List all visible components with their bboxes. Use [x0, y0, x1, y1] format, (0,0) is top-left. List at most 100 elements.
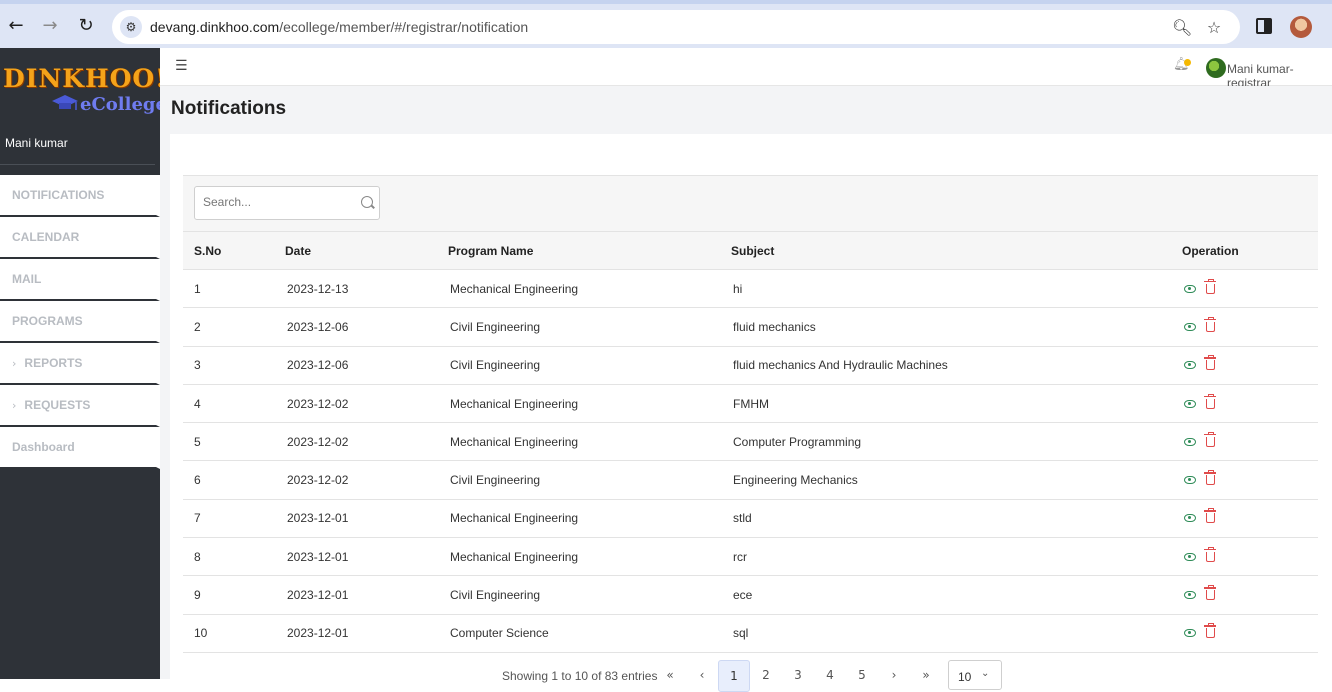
cell-program: Civil Engineering	[437, 346, 720, 385]
search-icon[interactable]	[361, 196, 373, 208]
next-page-button[interactable]: ›	[878, 660, 910, 692]
view-eye-icon[interactable]	[1184, 514, 1196, 523]
cell-date: 2023-12-01	[274, 537, 437, 577]
cell-program: Civil Engineering	[437, 460, 720, 500]
cell-sno: 3	[183, 346, 274, 385]
delete-trash-icon[interactable]	[1204, 393, 1216, 409]
cell-program: Mechanical Engineering	[437, 422, 720, 462]
zoom-icon[interactable]: 🔍︎	[1172, 18, 1192, 38]
sidebar-item-label: PROGRAMS	[12, 314, 83, 328]
cell-sno: 8	[183, 537, 274, 577]
back-icon[interactable]: ←	[4, 14, 28, 38]
view-eye-icon[interactable]	[1184, 552, 1196, 561]
delete-trash-icon[interactable]	[1204, 546, 1216, 562]
forward-icon[interactable]: →	[38, 14, 62, 38]
cell-program: Computer Science	[437, 614, 720, 653]
page-button-4[interactable]: 4	[814, 660, 846, 692]
delete-trash-icon[interactable]	[1204, 623, 1216, 639]
logo[interactable]: DINKHOO! eCollege	[0, 48, 167, 126]
table-row: 9 2023-12-01 Civil Engineering ece	[183, 575, 1318, 615]
sidebar-item-dashboard[interactable]: Dashboard	[0, 427, 160, 469]
view-eye-icon[interactable]	[1184, 361, 1196, 370]
cell-operation	[1171, 460, 1318, 500]
cell-date: 2023-12-01	[274, 614, 437, 653]
column-header-program[interactable]: Program Name	[437, 231, 720, 270]
sidebar-item-calendar[interactable]: CALENDAR	[0, 217, 160, 259]
search-input[interactable]	[203, 195, 353, 209]
menu-toggle-icon[interactable]: ☰	[175, 58, 188, 74]
cell-sno: 6	[183, 460, 274, 500]
search-field[interactable]	[194, 186, 380, 220]
column-header-subject[interactable]: Subject	[720, 231, 1171, 270]
view-eye-icon[interactable]	[1184, 476, 1196, 485]
view-eye-icon[interactable]	[1184, 284, 1196, 293]
avatar[interactable]	[1206, 58, 1226, 78]
view-eye-icon[interactable]	[1184, 629, 1196, 638]
view-eye-icon[interactable]	[1184, 437, 1196, 446]
cell-subject: hi	[720, 269, 1171, 309]
cell-date: 2023-12-02	[274, 422, 437, 462]
logo-subtext: eCollege	[80, 94, 167, 115]
last-page-button[interactable]: »	[910, 660, 942, 692]
delete-trash-icon[interactable]	[1204, 355, 1216, 371]
browser-profile-avatar[interactable]	[1290, 16, 1312, 38]
delete-trash-icon[interactable]	[1204, 278, 1216, 294]
delete-trash-icon[interactable]	[1204, 431, 1216, 447]
cell-operation	[1171, 422, 1318, 462]
cell-operation	[1171, 499, 1318, 539]
sidebar-divider	[0, 164, 155, 165]
url-text[interactable]: devang.dinkhoo.com/ecollege/member/#/reg…	[150, 19, 528, 35]
table-row: 4 2023-12-02 Mechanical Engineering FMHM	[183, 384, 1318, 424]
page-button-3[interactable]: 3	[782, 660, 814, 692]
delete-trash-icon[interactable]	[1204, 470, 1216, 486]
cell-operation	[1171, 384, 1318, 424]
sidebar-item-programs[interactable]: PROGRAMS	[0, 301, 160, 343]
page-button-1[interactable]: 1	[718, 660, 750, 692]
view-eye-icon[interactable]	[1184, 399, 1196, 408]
cell-operation	[1171, 269, 1318, 309]
sidebar-item-mail[interactable]: MAIL	[0, 259, 160, 301]
table-row: 10 2023-12-01 Computer Science sql	[183, 614, 1318, 653]
cell-date: 2023-12-01	[274, 499, 437, 539]
reload-icon[interactable]: ↻	[74, 14, 98, 38]
first-page-button[interactable]: «	[654, 660, 686, 692]
delete-trash-icon[interactable]	[1204, 585, 1216, 601]
view-eye-icon[interactable]	[1184, 591, 1196, 600]
sidebar-item-notifications[interactable]: NOTIFICATIONS	[0, 175, 160, 217]
site-settings-icon[interactable]: ⚙	[120, 16, 142, 38]
cell-operation	[1171, 307, 1318, 347]
chevron-right-icon: ›	[12, 356, 17, 370]
cell-sno: 7	[183, 499, 274, 539]
sidebar-item-reports[interactable]: › REPORTS	[0, 343, 160, 385]
side-panel-icon[interactable]	[1256, 18, 1272, 34]
page-size-select[interactable]: 10 ⌄	[948, 660, 1002, 690]
sidebar-item-requests[interactable]: › REQUESTS	[0, 385, 160, 427]
sidebar-item-label: CALENDAR	[12, 230, 80, 244]
url-path: /ecollege/member/#/registrar/notificatio…	[279, 19, 529, 35]
sidebar-item-label: REPORTS	[24, 356, 83, 370]
cell-program: Mechanical Engineering	[437, 384, 720, 424]
address-bar[interactable]: ⚙ devang.dinkhoo.com/ecollege/member/#/r…	[112, 10, 1240, 44]
cell-date: 2023-12-06	[274, 346, 437, 385]
prev-page-button[interactable]: ‹	[686, 660, 718, 692]
cell-program: Civil Engineering	[437, 575, 720, 615]
cell-subject: rcr	[720, 537, 1171, 577]
view-eye-icon[interactable]	[1184, 322, 1196, 331]
cell-date: 2023-12-02	[274, 460, 437, 500]
delete-trash-icon[interactable]	[1204, 508, 1216, 524]
notification-badge	[1184, 59, 1191, 66]
bookmark-star-icon[interactable]: ☆	[1204, 18, 1224, 38]
app-header: ☰ 🔔︎ Mani kumar-registrar	[160, 48, 1332, 90]
delete-trash-icon[interactable]	[1204, 316, 1216, 332]
column-header-date[interactable]: Date	[274, 231, 437, 270]
notifications-table: S.No Date Program Name Subject Operation…	[183, 231, 1318, 653]
cell-subject: Computer Programming	[720, 422, 1171, 462]
page-button-5[interactable]: 5	[846, 660, 878, 692]
sidebar-item-label: Dashboard	[12, 440, 75, 454]
column-header-sno[interactable]: S.No	[183, 231, 274, 270]
page-button-2[interactable]: 2	[750, 660, 782, 692]
page-size-value: 10	[958, 670, 972, 684]
cell-program: Mechanical Engineering	[437, 537, 720, 577]
browser-toolbar: ← → ↻ ⚙ devang.dinkhoo.com/ecollege/memb…	[0, 0, 1332, 48]
cell-subject: sql	[720, 614, 1171, 653]
